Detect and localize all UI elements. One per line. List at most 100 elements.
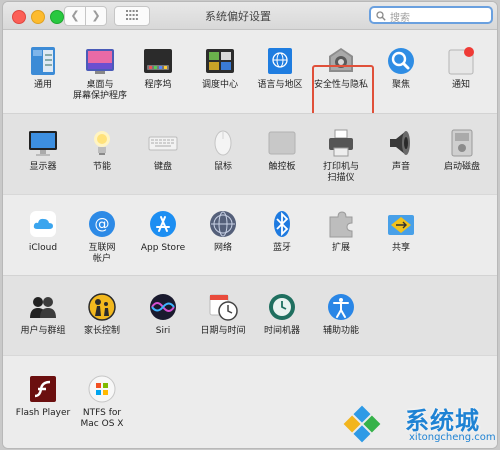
- section-internet-wireless: iCloud @ 互联网 帐户 App Store 网络 蓝牙 扩展 共享: [3, 194, 497, 276]
- pane-siri[interactable]: Siri: [132, 292, 194, 337]
- pane-label: App Store: [140, 243, 186, 253]
- search-placeholder: 搜索: [390, 13, 410, 24]
- search-field[interactable]: 搜索: [369, 6, 493, 24]
- pane-network[interactable]: 网络: [192, 209, 254, 254]
- pane-label: 程序坞: [144, 80, 172, 90]
- pane-label: NTFS for Mac OS X: [80, 408, 124, 429]
- chevron-left-icon: ❮: [70, 9, 80, 22]
- pane-label: 网络: [213, 243, 232, 253]
- pane-label: 时间机器: [263, 326, 300, 336]
- svg-text:@: @: [95, 215, 110, 233]
- pane-dock[interactable]: 程序坞: [127, 46, 189, 91]
- pane-date-time[interactable]: 日期与时间: [192, 292, 254, 337]
- general-icon: [28, 46, 58, 76]
- zoom-window-button[interactable]: [50, 10, 64, 24]
- pane-label: 启动磁盘: [443, 162, 480, 172]
- pane-extensions[interactable]: 扩展: [310, 209, 372, 254]
- pane-label: 调度中心: [201, 80, 238, 90]
- pane-keyboard[interactable]: 键盘: [132, 128, 194, 173]
- pane-parental-controls[interactable]: 家长控制: [71, 292, 133, 337]
- pane-label: 聚焦: [391, 80, 410, 90]
- desktop-screensaver-icon: [85, 46, 115, 76]
- internet-accounts-icon: @: [87, 209, 117, 239]
- pane-app-store[interactable]: App Store: [132, 209, 194, 254]
- pane-label: 辅助功能: [322, 326, 359, 336]
- flash-player-icon: [28, 374, 58, 404]
- pane-users-groups[interactable]: 用户与群组: [12, 292, 74, 337]
- grid-icon: [126, 10, 138, 20]
- pane-accessibility[interactable]: 辅助功能: [310, 292, 372, 337]
- pane-label: Siri: [155, 326, 171, 336]
- trackpad-icon: [267, 128, 297, 158]
- pane-notifications[interactable]: 通知: [430, 46, 492, 91]
- pane-label: 扩展: [331, 243, 350, 253]
- pane-label: 蓝牙: [272, 243, 291, 253]
- pane-language-region[interactable]: 语言与地区: [249, 46, 311, 91]
- pane-label: 通用: [33, 80, 52, 90]
- show-all-button[interactable]: [114, 6, 150, 26]
- forward-button[interactable]: ❯: [85, 6, 107, 26]
- sound-icon: [386, 128, 416, 158]
- language-region-icon: [265, 46, 295, 76]
- dock-icon: [143, 46, 173, 76]
- bluetooth-icon: [267, 209, 297, 239]
- app-store-icon: [148, 209, 178, 239]
- watermark-brand: 系统城: [405, 407, 480, 435]
- pane-label: 桌面与 屏幕保护程序: [72, 80, 127, 101]
- pane-label: 显示器: [29, 162, 57, 172]
- mouse-icon: [208, 128, 238, 158]
- pane-label: 用户与群组: [20, 326, 66, 336]
- pane-label: 触控板: [268, 162, 296, 172]
- pane-bluetooth[interactable]: 蓝牙: [251, 209, 313, 254]
- pane-startup-disk[interactable]: 启动磁盘: [431, 128, 493, 173]
- pane-ntfs[interactable]: NTFS for Mac OS X: [71, 374, 133, 430]
- pane-mission-control[interactable]: 调度中心: [189, 46, 251, 91]
- pane-label: 节能: [92, 162, 111, 172]
- parental-controls-icon: [87, 292, 117, 322]
- pane-desktop-screensaver[interactable]: 桌面与 屏幕保护程序: [69, 46, 131, 102]
- system-preferences-window: ❮ ❯ 系统偏好设置 搜索 通用 桌面与 屏幕保护程序 程序坞 调度中心 语言与…: [3, 2, 497, 448]
- minimize-window-button[interactable]: [31, 10, 45, 24]
- date-time-icon: [208, 292, 238, 322]
- title-bar: ❮ ❯ 系统偏好设置 搜索: [3, 2, 497, 30]
- startup-disk-icon: [447, 128, 477, 158]
- close-window-button[interactable]: [12, 10, 26, 24]
- accessibility-icon: [326, 292, 356, 322]
- pane-trackpad[interactable]: 触控板: [251, 128, 313, 173]
- energy-saver-icon: [87, 128, 117, 158]
- displays-icon: [28, 128, 58, 158]
- icloud-icon: [28, 209, 58, 239]
- pane-label: Flash Player: [15, 408, 71, 418]
- spotlight-icon: [386, 46, 416, 76]
- pane-flash-player[interactable]: Flash Player: [12, 374, 74, 419]
- pane-spotlight[interactable]: 聚焦: [370, 46, 432, 91]
- users-groups-icon: [28, 292, 58, 322]
- section-personal: 通用 桌面与 屏幕保护程序 程序坞 调度中心 语言与地区 安全性与隐私 聚焦 通…: [3, 30, 497, 125]
- sharing-icon: [386, 209, 416, 239]
- pane-displays[interactable]: 显示器: [12, 128, 74, 173]
- pane-time-machine[interactable]: 时间机器: [251, 292, 313, 337]
- back-button[interactable]: ❮: [64, 6, 86, 26]
- search-icon: [376, 11, 386, 21]
- pane-label: 声音: [391, 162, 410, 172]
- pane-energy-saver[interactable]: 节能: [71, 128, 133, 173]
- pane-internet-accounts[interactable]: @ 互联网 帐户: [71, 209, 133, 265]
- network-icon: [208, 209, 238, 239]
- pane-label: 互联网 帐户: [88, 243, 116, 264]
- pane-sound[interactable]: 声音: [370, 128, 432, 173]
- keyboard-icon: [148, 128, 178, 158]
- pane-sharing[interactable]: 共享: [370, 209, 432, 254]
- pane-label: 语言与地区: [257, 80, 303, 90]
- chevron-right-icon: ❯: [91, 9, 101, 22]
- section-system: 用户与群组 家长控制 Siri 日期与时间 时间机器 辅助功能: [3, 275, 497, 356]
- pane-label: 键盘: [153, 162, 172, 172]
- notifications-icon: [446, 46, 476, 76]
- pane-printers-scanners[interactable]: 打印机与 扫描仪: [310, 128, 372, 184]
- window-title: 系统偏好设置: [205, 10, 271, 23]
- pane-icloud[interactable]: iCloud: [12, 209, 74, 254]
- pane-mouse[interactable]: 鼠标: [192, 128, 254, 173]
- ntfs-icon: [87, 374, 117, 404]
- pane-label: 打印机与 扫描仪: [322, 162, 359, 183]
- pane-general[interactable]: 通用: [12, 46, 74, 91]
- time-machine-icon: [267, 292, 297, 322]
